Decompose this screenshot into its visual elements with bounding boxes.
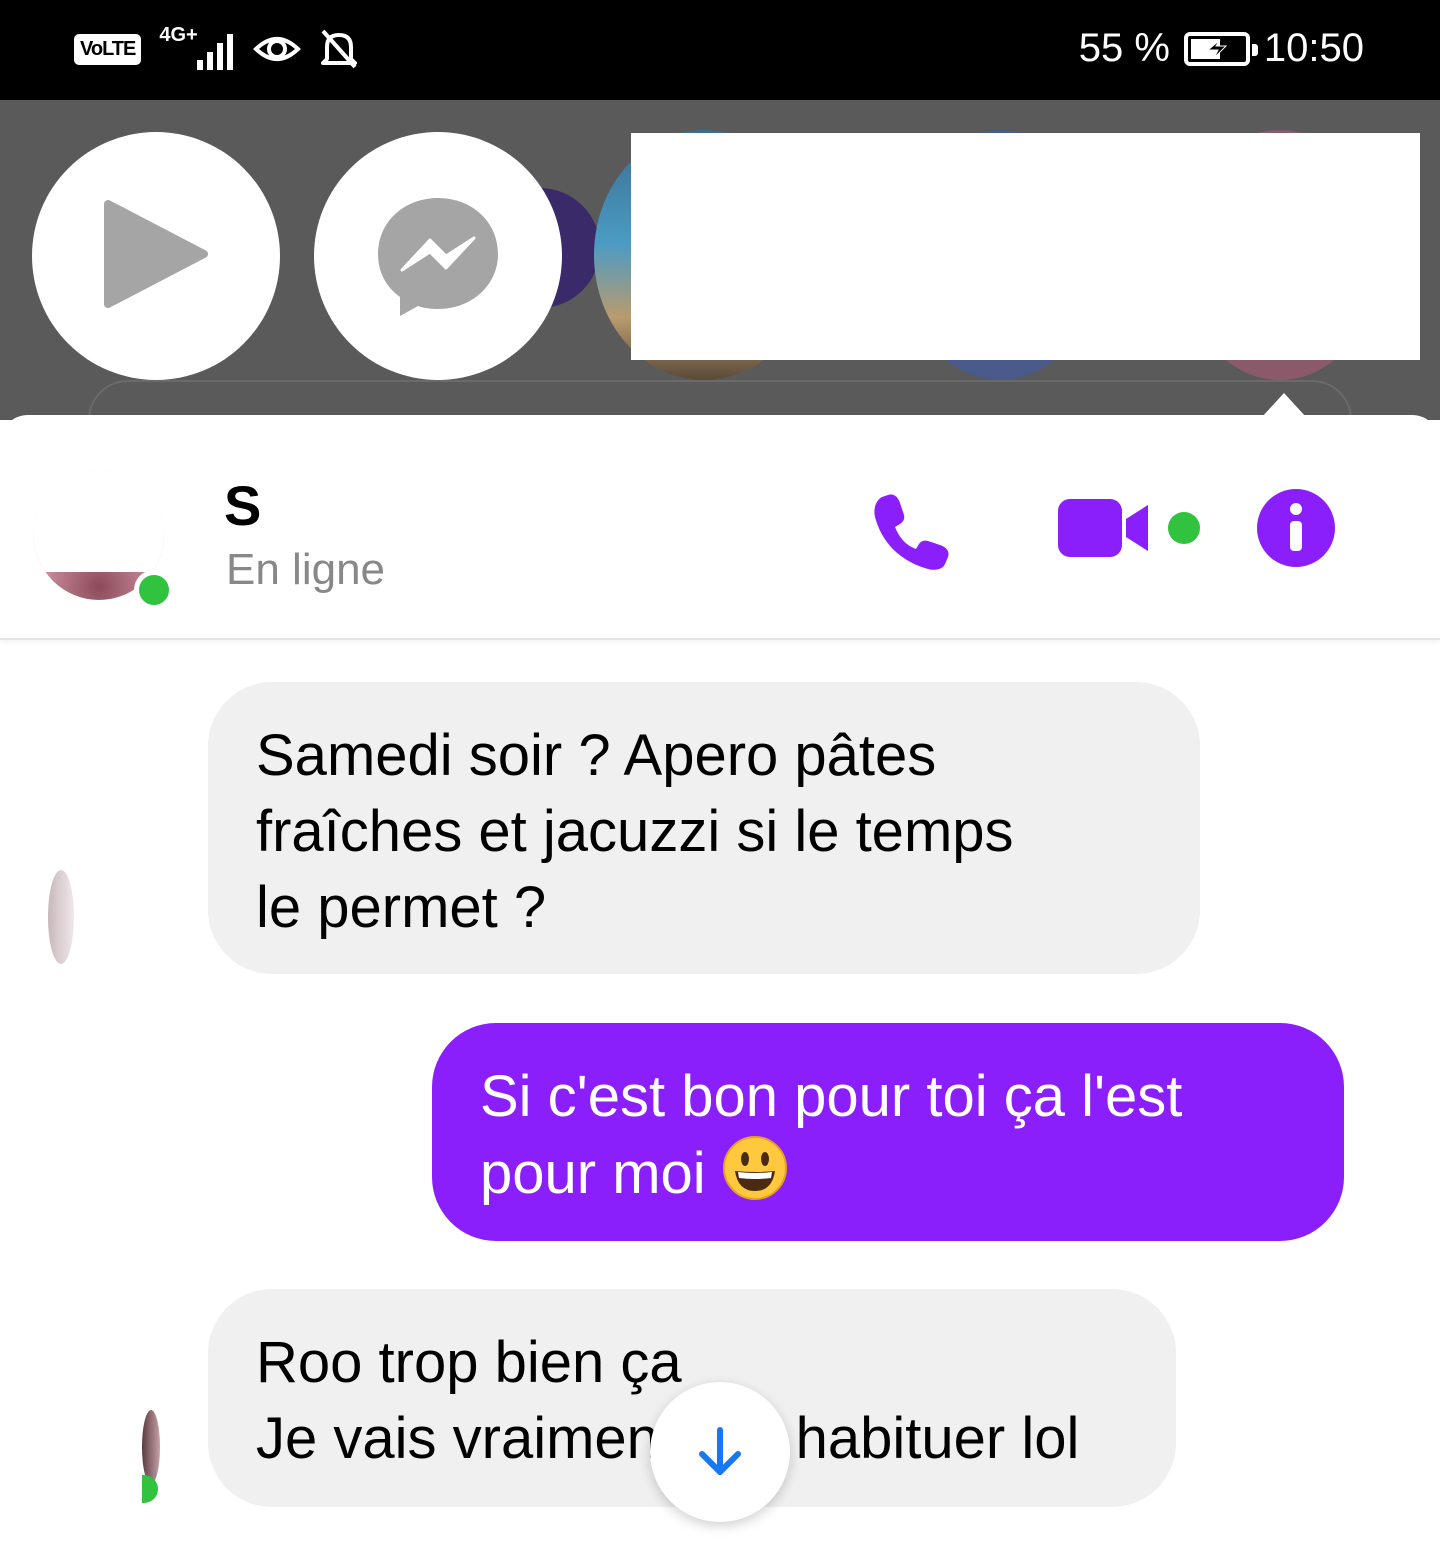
message-line: le permet ? bbox=[256, 875, 547, 940]
chat-heads-overlay bbox=[0, 100, 1440, 420]
battery-charging-icon bbox=[1183, 31, 1258, 66]
message-line: Si c'est bon pour toi ça l'est bbox=[480, 1064, 1183, 1129]
redacted-area bbox=[631, 133, 1420, 360]
signal-icon: 4G+ bbox=[157, 24, 237, 74]
status-right: 55 % 10:50 bbox=[1079, 26, 1364, 71]
clock: 10:50 bbox=[1263, 26, 1364, 70]
message-line-with-emoji: pour moi bbox=[480, 1135, 1296, 1212]
network-type: 4G+ bbox=[159, 24, 198, 46]
status-left: VoLTE 4G+ bbox=[74, 24, 361, 74]
online-indicator bbox=[134, 570, 174, 610]
message-line: Samedi soir ? Apero pâtes bbox=[256, 723, 937, 788]
overlay-search-outline bbox=[88, 380, 1352, 420]
message-bubble-incoming[interactable]: Samedi soir ? Apero pâtes fraîches et ja… bbox=[208, 682, 1200, 974]
contact-avatar-wrap[interactable] bbox=[34, 470, 174, 610]
call-button[interactable] bbox=[866, 485, 958, 577]
play-icon bbox=[104, 200, 208, 308]
card-pointer bbox=[1262, 393, 1306, 417]
message-line: fraîches et jacuzzi si le temps bbox=[256, 799, 1014, 864]
sender-avatar[interactable] bbox=[142, 1410, 160, 1484]
arrow-down-icon bbox=[699, 1427, 741, 1475]
grinning-face-emoji-icon bbox=[722, 1136, 787, 1200]
message-line-text: pour moi bbox=[480, 1141, 706, 1206]
bell-off-icon bbox=[321, 29, 358, 69]
contact-name[interactable]: S bbox=[224, 473, 261, 538]
phone-icon bbox=[874, 494, 949, 570]
info-icon bbox=[1257, 489, 1335, 567]
status-bar: VoLTE 4G+ 55 % 10:50 bbox=[0, 0, 1440, 100]
contact-status: En ligne bbox=[226, 545, 386, 594]
messenger-icon bbox=[378, 198, 498, 316]
battery-percent: 55 % bbox=[1078, 26, 1170, 70]
message-bubble-outgoing[interactable]: Si c'est bon pour toi ça l'est pour moi bbox=[432, 1023, 1344, 1241]
video-call-button[interactable] bbox=[1054, 493, 1154, 563]
online-indicator bbox=[142, 1475, 158, 1503]
sender-avatar[interactable] bbox=[48, 870, 74, 964]
video-call-icon bbox=[1058, 499, 1148, 557]
active-call-indicator bbox=[1168, 512, 1200, 544]
volte-badge: VoLTE bbox=[74, 33, 142, 65]
info-button[interactable] bbox=[1256, 488, 1336, 568]
scroll-to-bottom-button[interactable] bbox=[650, 1382, 790, 1522]
chat-head-messenger[interactable] bbox=[314, 132, 562, 380]
chat-head-play[interactable] bbox=[32, 132, 280, 380]
eye-icon bbox=[253, 37, 302, 61]
conversation-header: S En ligne bbox=[0, 415, 1440, 640]
conversation-card: S En ligne Samedi soir ? Apero pâtes fra… bbox=[0, 415, 1440, 1554]
